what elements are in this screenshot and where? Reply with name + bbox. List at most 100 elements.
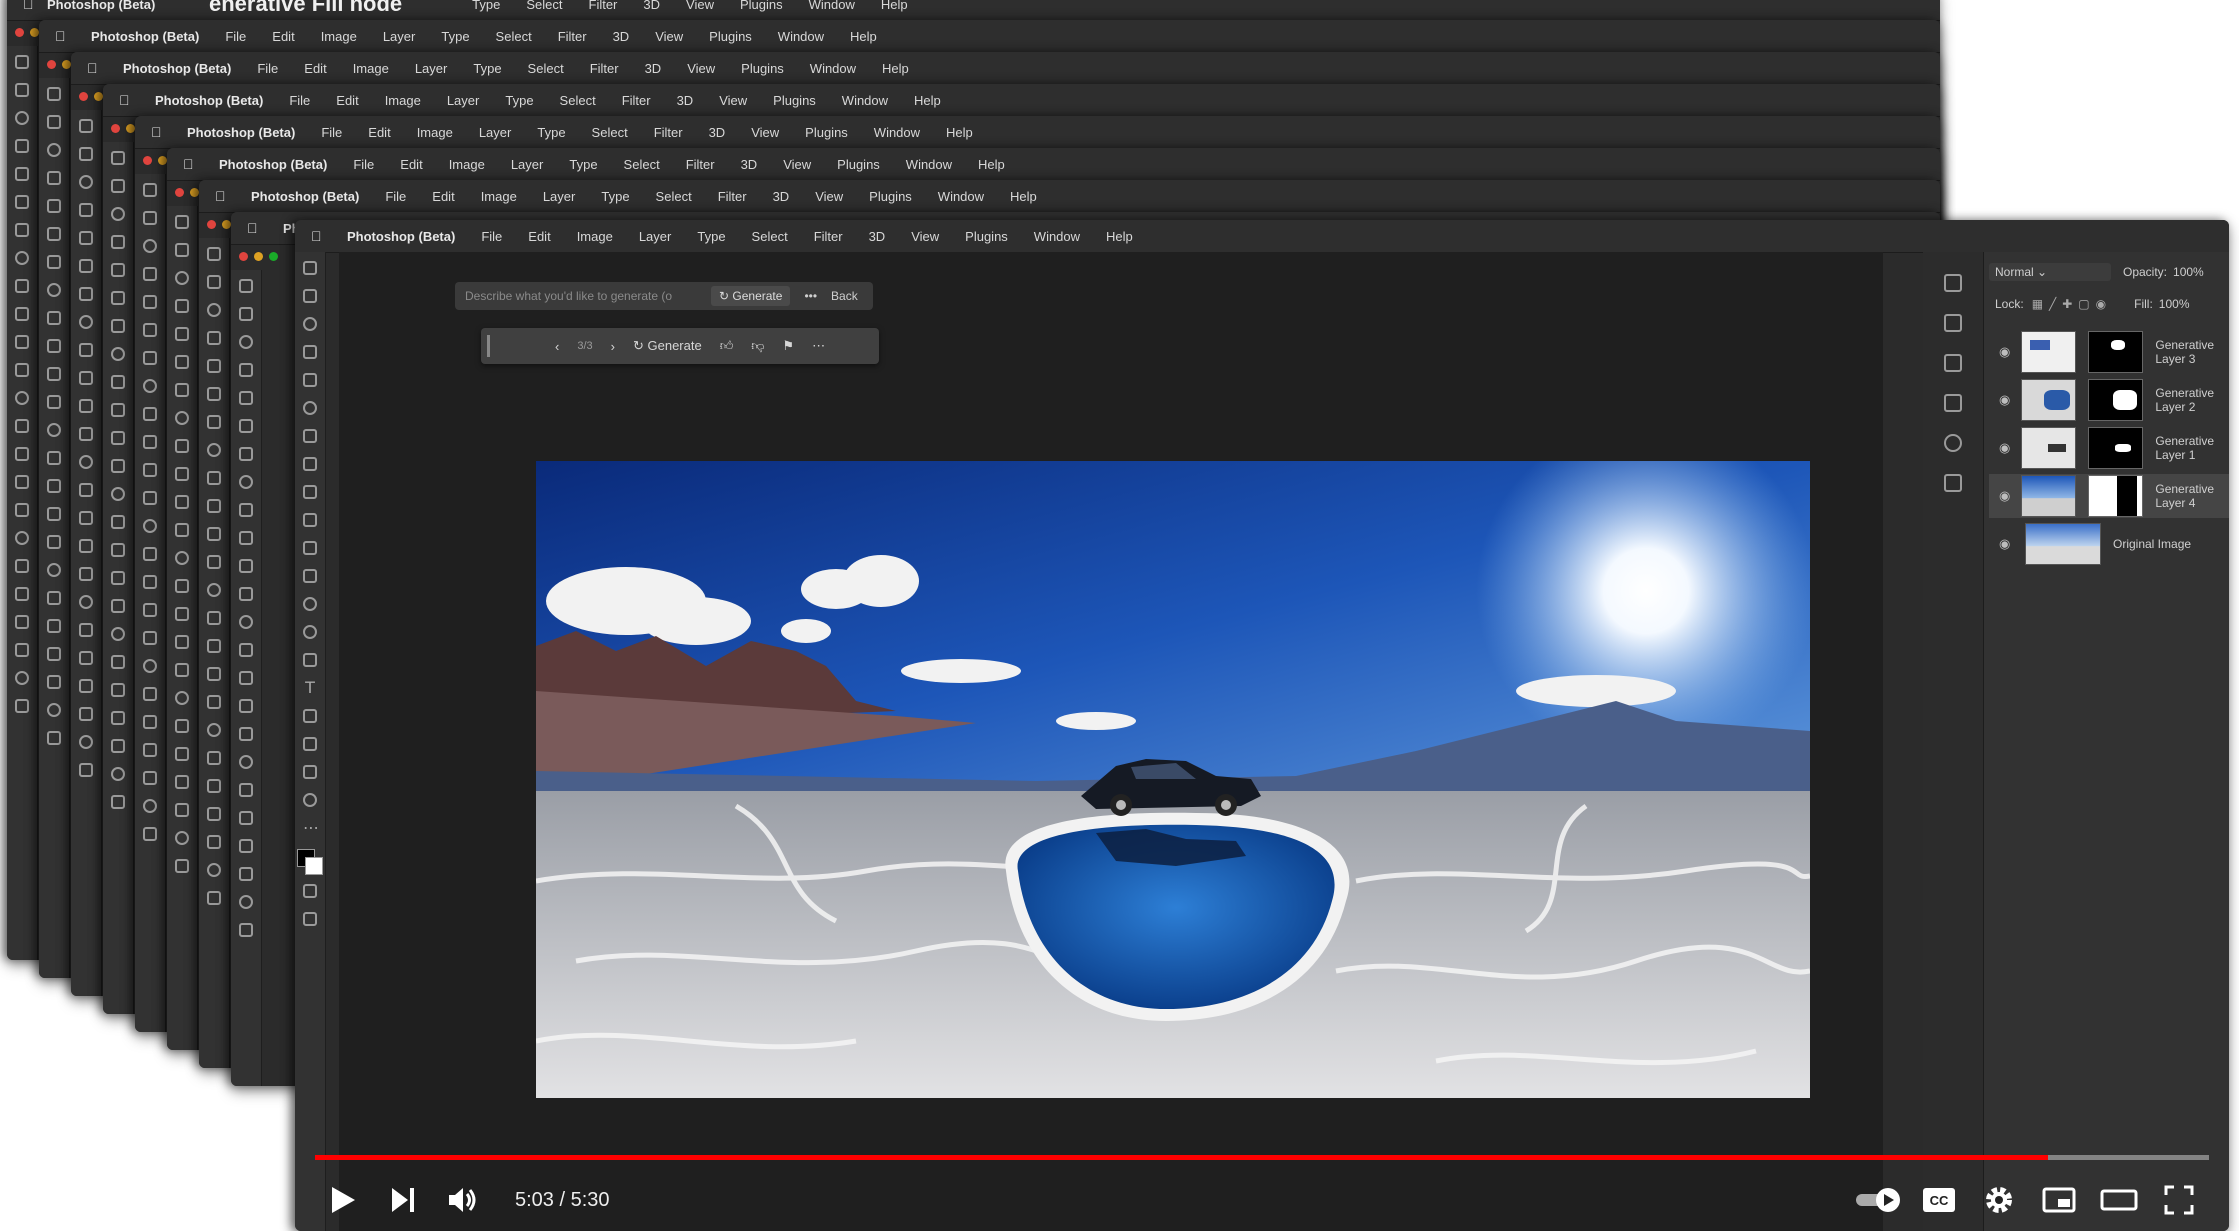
tool-icon[interactable] xyxy=(79,707,93,721)
tool-icon[interactable] xyxy=(111,263,125,277)
stacked-menu-item[interactable]: 3D xyxy=(645,61,662,76)
tool-icon[interactable] xyxy=(15,587,29,601)
menu-type[interactable]: Type xyxy=(697,229,725,244)
tool-icon[interactable] xyxy=(47,87,61,101)
stacked-menu-item[interactable]: View xyxy=(751,125,779,140)
tool-icon[interactable] xyxy=(239,307,253,321)
tool-icon[interactable] xyxy=(143,631,157,645)
tool-icon[interactable] xyxy=(207,359,221,373)
tool-icon[interactable] xyxy=(79,651,93,665)
tool-icon[interactable] xyxy=(175,747,189,761)
app-name[interactable]: Photoshop (Beta) xyxy=(219,157,327,172)
adjustments-icon[interactable] xyxy=(1944,434,1962,452)
apple-icon[interactable]:  xyxy=(119,92,135,108)
tool-icon[interactable] xyxy=(15,643,29,657)
app-name[interactable]: Photoshop (Beta) xyxy=(47,0,155,12)
tool-icon[interactable] xyxy=(207,331,221,345)
tool-icon[interactable] xyxy=(111,235,125,249)
stacked-menu-item[interactable]: Help xyxy=(882,61,909,76)
stacked-menu-item[interactable]: Window xyxy=(778,29,824,44)
apple-icon[interactable]:  xyxy=(215,188,231,204)
tool-icon[interactable] xyxy=(175,439,189,453)
tool-icon[interactable] xyxy=(47,507,61,521)
stacked-menu-item[interactable]: Layer xyxy=(415,61,448,76)
tool-icon[interactable] xyxy=(175,467,189,481)
tool-icon[interactable] xyxy=(175,719,189,733)
tool-icon[interactable] xyxy=(175,383,189,397)
tool-icon[interactable] xyxy=(207,863,221,877)
tool-icon[interactable] xyxy=(79,427,93,441)
tool-icon[interactable] xyxy=(143,239,157,253)
blend-mode-select[interactable]: Normal ⌄ xyxy=(1989,263,2111,281)
tool-icon[interactable] xyxy=(239,419,253,433)
tool-icon[interactable] xyxy=(79,567,93,581)
tool-icon[interactable] xyxy=(15,223,29,237)
stacked-menu-item[interactable]: Layer xyxy=(383,29,416,44)
tool-icon[interactable] xyxy=(15,251,29,265)
stacked-menu-item[interactable]: Window xyxy=(810,61,856,76)
stacked-menu-item[interactable]: 3D xyxy=(709,125,726,140)
theater-mode-icon[interactable] xyxy=(2089,1178,2149,1222)
tool-icon[interactable] xyxy=(111,179,125,193)
stacked-menu-item[interactable]: Edit xyxy=(432,189,454,204)
menu-edit[interactable]: Edit xyxy=(528,229,550,244)
tool-icon[interactable] xyxy=(207,499,221,513)
tool-icon[interactable] xyxy=(15,559,29,573)
stacked-menu-item[interactable]: Edit xyxy=(368,125,390,140)
tool-icon[interactable] xyxy=(239,531,253,545)
next-icon[interactable] xyxy=(373,1178,433,1222)
brush-settings-icon[interactable] xyxy=(1944,274,1962,292)
tool-icon[interactable] xyxy=(175,411,189,425)
tool-icon[interactable] xyxy=(79,231,93,245)
next-variation-icon[interactable]: › xyxy=(611,339,615,354)
tool-icon[interactable] xyxy=(111,347,125,361)
prev-variation-icon[interactable]: ‹ xyxy=(555,339,559,354)
tool-icon[interactable] xyxy=(111,543,125,557)
stacked-menu-item[interactable]: Window xyxy=(906,157,952,172)
tool-icon[interactable] xyxy=(239,755,253,769)
tool-icon[interactable] xyxy=(79,595,93,609)
lasso-tool-icon[interactable] xyxy=(303,317,317,331)
tool-icon[interactable] xyxy=(47,563,61,577)
menu-filter[interactable]: Filter xyxy=(814,229,843,244)
stacked-menu-item[interactable]: View xyxy=(655,29,683,44)
tool-icon[interactable] xyxy=(79,511,93,525)
stacked-menu-item[interactable]: Filter xyxy=(686,157,715,172)
tool-icon[interactable] xyxy=(175,859,189,873)
menu-3d[interactable]: 3D xyxy=(869,229,886,244)
tool-icon[interactable] xyxy=(143,323,157,337)
menu-image[interactable]: Image xyxy=(577,229,613,244)
tool-icon[interactable] xyxy=(47,619,61,633)
tool-icon[interactable] xyxy=(207,583,221,597)
tool-icon[interactable] xyxy=(79,315,93,329)
stacked-menu-item[interactable]: Image xyxy=(417,125,453,140)
apple-icon[interactable]:  xyxy=(311,228,327,244)
tool-icon[interactable] xyxy=(15,391,29,405)
stacked-menu-item[interactable]: Plugins xyxy=(869,189,912,204)
stacked-menu-item[interactable]: Layer xyxy=(543,189,576,204)
tool-icon[interactable] xyxy=(79,119,93,133)
fullscreen-icon[interactable] xyxy=(2149,1178,2209,1222)
tool-icon[interactable] xyxy=(143,379,157,393)
layer-row[interactable]: ◉ Generative Layer 4 xyxy=(1989,474,2229,518)
stacked-menu-item[interactable]: Select xyxy=(624,157,660,172)
tool-icon[interactable] xyxy=(15,55,29,69)
eye-icon[interactable]: ◉ xyxy=(1999,536,2015,552)
document-image[interactable] xyxy=(536,461,1810,1098)
stacked-menu-item[interactable]: Layer xyxy=(447,93,480,108)
stacked-menu-item[interactable]: Filter xyxy=(590,61,619,76)
tool-icon[interactable] xyxy=(79,203,93,217)
stacked-menu-item[interactable]: Edit xyxy=(304,61,326,76)
stacked-menu-item[interactable]: Type xyxy=(473,61,501,76)
tool-icon[interactable] xyxy=(79,287,93,301)
tool-icon[interactable] xyxy=(207,751,221,765)
tool-icon[interactable] xyxy=(207,387,221,401)
tool-icon[interactable] xyxy=(143,799,157,813)
tool-icon[interactable] xyxy=(111,319,125,333)
tool-icon[interactable] xyxy=(239,671,253,685)
tool-icon[interactable] xyxy=(175,355,189,369)
tool-icon[interactable] xyxy=(111,795,125,809)
settings-gear-icon[interactable] xyxy=(1969,1178,2029,1222)
thumbs-up-icon[interactable]: 👍︎ xyxy=(720,339,734,354)
stacked-menu-item[interactable]: File xyxy=(257,61,278,76)
